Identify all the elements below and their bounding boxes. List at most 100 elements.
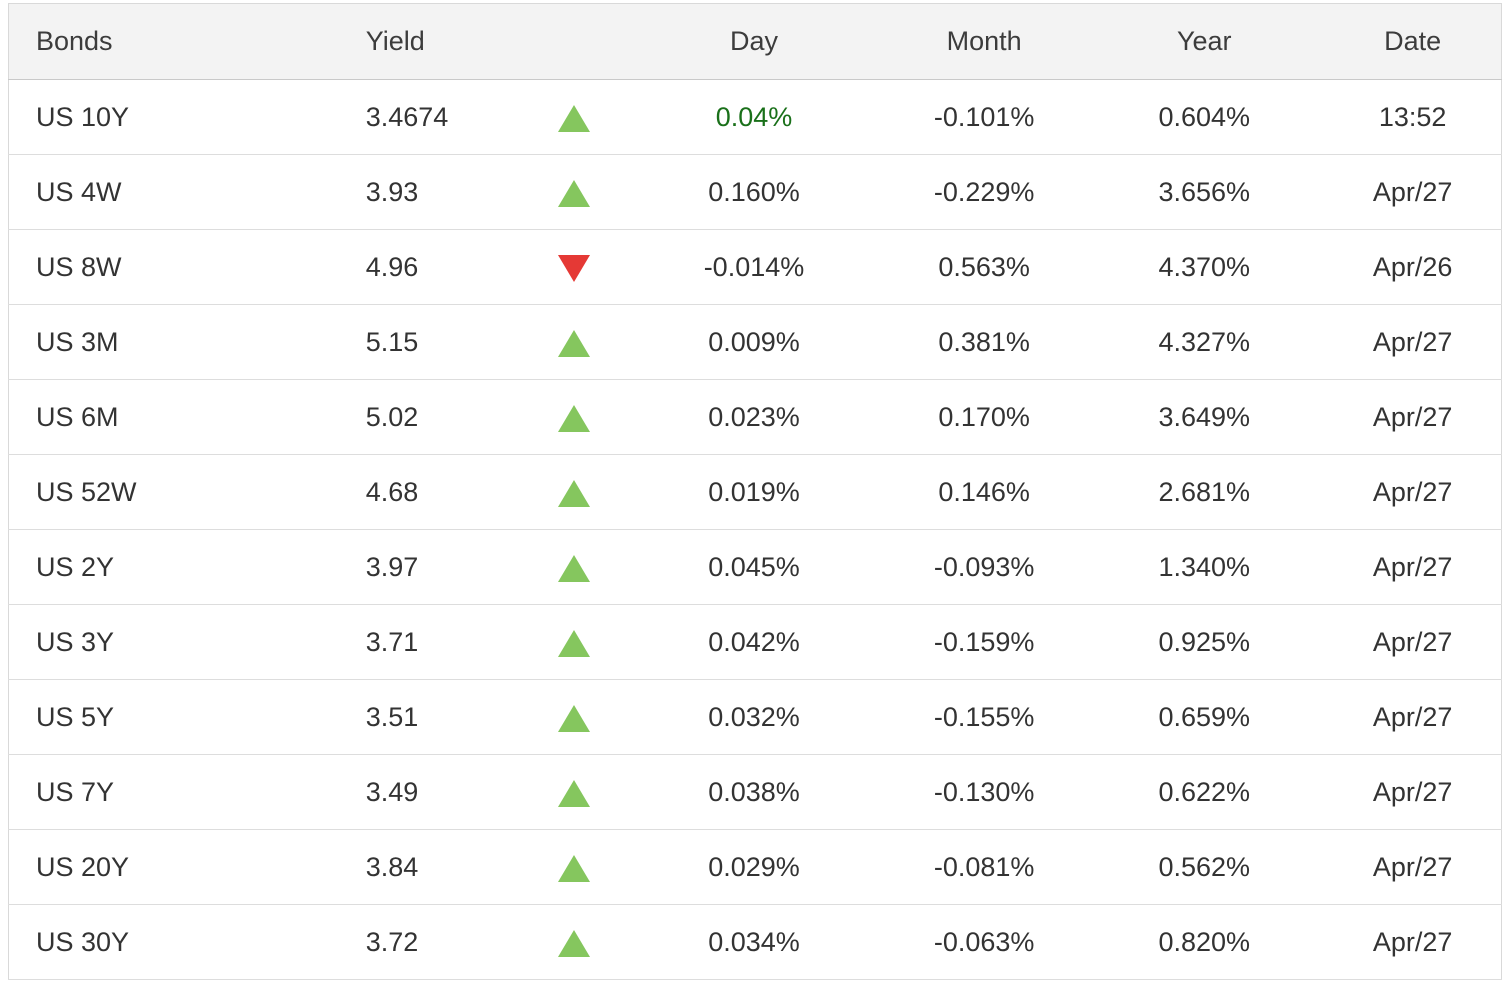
up-triangle-icon bbox=[558, 180, 590, 207]
date-cell: Apr/27 bbox=[1324, 905, 1501, 980]
yield-cell: 3.72 bbox=[339, 905, 524, 980]
yield-cell: 3.97 bbox=[339, 530, 524, 605]
bonds-yield-table: Bonds Yield Day Month Year Date US 10Y 3… bbox=[8, 3, 1502, 980]
direction-cell bbox=[524, 530, 624, 605]
month-change-cell: -0.093% bbox=[884, 530, 1084, 605]
month-change-cell: 0.563% bbox=[884, 230, 1084, 305]
yield-cell: 3.49 bbox=[339, 755, 524, 830]
bond-name-cell: US 6M bbox=[9, 380, 339, 455]
month-change-cell: -0.159% bbox=[884, 605, 1084, 680]
bond-name-cell: US 3Y bbox=[9, 605, 339, 680]
bond-name-cell: US 7Y bbox=[9, 755, 339, 830]
up-triangle-icon bbox=[558, 555, 590, 582]
direction-cell bbox=[524, 455, 624, 530]
month-change-cell: 0.170% bbox=[884, 380, 1084, 455]
year-change-cell: 2.681% bbox=[1084, 455, 1324, 530]
day-change-cell: 0.04% bbox=[624, 80, 884, 155]
day-change-cell: -0.014% bbox=[624, 230, 884, 305]
date-cell: Apr/27 bbox=[1324, 380, 1501, 455]
down-triangle-icon bbox=[558, 255, 590, 282]
year-change-cell: 0.622% bbox=[1084, 755, 1324, 830]
table-row[interactable]: US 30Y 3.72 0.034% -0.063% 0.820% Apr/27 bbox=[9, 905, 1502, 980]
table-row[interactable]: US 4W 3.93 0.160% -0.229% 3.656% Apr/27 bbox=[9, 155, 1502, 230]
column-header-date: Date bbox=[1324, 4, 1501, 80]
column-header-year: Year bbox=[1084, 4, 1324, 80]
month-change-cell: -0.229% bbox=[884, 155, 1084, 230]
year-change-cell: 0.562% bbox=[1084, 830, 1324, 905]
month-change-cell: -0.063% bbox=[884, 905, 1084, 980]
date-cell: Apr/27 bbox=[1324, 680, 1501, 755]
year-change-cell: 0.604% bbox=[1084, 80, 1324, 155]
month-change-cell: -0.081% bbox=[884, 830, 1084, 905]
date-cell: Apr/27 bbox=[1324, 155, 1501, 230]
table-row[interactable]: US 3M 5.15 0.009% 0.381% 4.327% Apr/27 bbox=[9, 305, 1502, 380]
day-change-cell: 0.038% bbox=[624, 755, 884, 830]
direction-cell bbox=[524, 605, 624, 680]
table-row[interactable]: US 8W 4.96 -0.014% 0.563% 4.370% Apr/26 bbox=[9, 230, 1502, 305]
yield-cell: 3.84 bbox=[339, 830, 524, 905]
direction-cell bbox=[524, 230, 624, 305]
direction-cell bbox=[524, 80, 624, 155]
up-triangle-icon bbox=[558, 405, 590, 432]
date-cell: Apr/26 bbox=[1324, 230, 1501, 305]
bond-name-cell: US 2Y bbox=[9, 530, 339, 605]
table-row[interactable]: US 6M 5.02 0.023% 0.170% 3.649% Apr/27 bbox=[9, 380, 1502, 455]
yield-cell: 4.96 bbox=[339, 230, 524, 305]
year-change-cell: 0.820% bbox=[1084, 905, 1324, 980]
yield-cell: 5.02 bbox=[339, 380, 524, 455]
month-change-cell: -0.155% bbox=[884, 680, 1084, 755]
column-header-month: Month bbox=[884, 4, 1084, 80]
bond-name-cell: US 3M bbox=[9, 305, 339, 380]
day-change-cell: 0.042% bbox=[624, 605, 884, 680]
day-change-cell: 0.032% bbox=[624, 680, 884, 755]
direction-cell bbox=[524, 755, 624, 830]
up-triangle-icon bbox=[558, 480, 590, 507]
table-body: US 10Y 3.4674 0.04% -0.101% 0.604% 13:52… bbox=[9, 80, 1502, 980]
date-cell: 13:52 bbox=[1324, 80, 1501, 155]
up-triangle-icon bbox=[558, 930, 590, 957]
bond-name-cell: US 8W bbox=[9, 230, 339, 305]
direction-cell bbox=[524, 830, 624, 905]
direction-cell bbox=[524, 155, 624, 230]
yield-cell: 4.68 bbox=[339, 455, 524, 530]
date-cell: Apr/27 bbox=[1324, 605, 1501, 680]
bond-name-cell: US 20Y bbox=[9, 830, 339, 905]
table-row[interactable]: US 52W 4.68 0.019% 0.146% 2.681% Apr/27 bbox=[9, 455, 1502, 530]
date-cell: Apr/27 bbox=[1324, 755, 1501, 830]
year-change-cell: 4.327% bbox=[1084, 305, 1324, 380]
yield-cell: 3.4674 bbox=[339, 80, 524, 155]
table-row[interactable]: US 3Y 3.71 0.042% -0.159% 0.925% Apr/27 bbox=[9, 605, 1502, 680]
table-row[interactable]: US 7Y 3.49 0.038% -0.130% 0.622% Apr/27 bbox=[9, 755, 1502, 830]
table-row[interactable]: US 20Y 3.84 0.029% -0.081% 0.562% Apr/27 bbox=[9, 830, 1502, 905]
up-triangle-icon bbox=[558, 780, 590, 807]
table-header: Bonds Yield Day Month Year Date bbox=[9, 4, 1502, 80]
bond-name-cell: US 52W bbox=[9, 455, 339, 530]
up-triangle-icon bbox=[558, 330, 590, 357]
date-cell: Apr/27 bbox=[1324, 305, 1501, 380]
year-change-cell: 1.340% bbox=[1084, 530, 1324, 605]
table-row[interactable]: US 2Y 3.97 0.045% -0.093% 1.340% Apr/27 bbox=[9, 530, 1502, 605]
day-change-cell: 0.045% bbox=[624, 530, 884, 605]
column-header-day: Day bbox=[624, 4, 884, 80]
bond-name-cell: US 30Y bbox=[9, 905, 339, 980]
direction-cell bbox=[524, 680, 624, 755]
direction-cell bbox=[524, 305, 624, 380]
up-triangle-icon bbox=[558, 855, 590, 882]
bond-name-cell: US 4W bbox=[9, 155, 339, 230]
date-cell: Apr/27 bbox=[1324, 830, 1501, 905]
up-triangle-icon bbox=[558, 105, 590, 132]
up-triangle-icon bbox=[558, 705, 590, 732]
year-change-cell: 3.649% bbox=[1084, 380, 1324, 455]
direction-cell bbox=[524, 380, 624, 455]
year-change-cell: 4.370% bbox=[1084, 230, 1324, 305]
header-row: Bonds Yield Day Month Year Date bbox=[9, 4, 1502, 80]
bond-name-cell: US 5Y bbox=[9, 680, 339, 755]
month-change-cell: 0.381% bbox=[884, 305, 1084, 380]
table-row[interactable]: US 5Y 3.51 0.032% -0.155% 0.659% Apr/27 bbox=[9, 680, 1502, 755]
table-row[interactable]: US 10Y 3.4674 0.04% -0.101% 0.604% 13:52 bbox=[9, 80, 1502, 155]
bonds-table-container: Bonds Yield Day Month Year Date US 10Y 3… bbox=[8, 3, 1502, 980]
day-change-cell: 0.034% bbox=[624, 905, 884, 980]
year-change-cell: 3.656% bbox=[1084, 155, 1324, 230]
yield-cell: 3.93 bbox=[339, 155, 524, 230]
column-header-bonds: Bonds bbox=[9, 4, 339, 80]
